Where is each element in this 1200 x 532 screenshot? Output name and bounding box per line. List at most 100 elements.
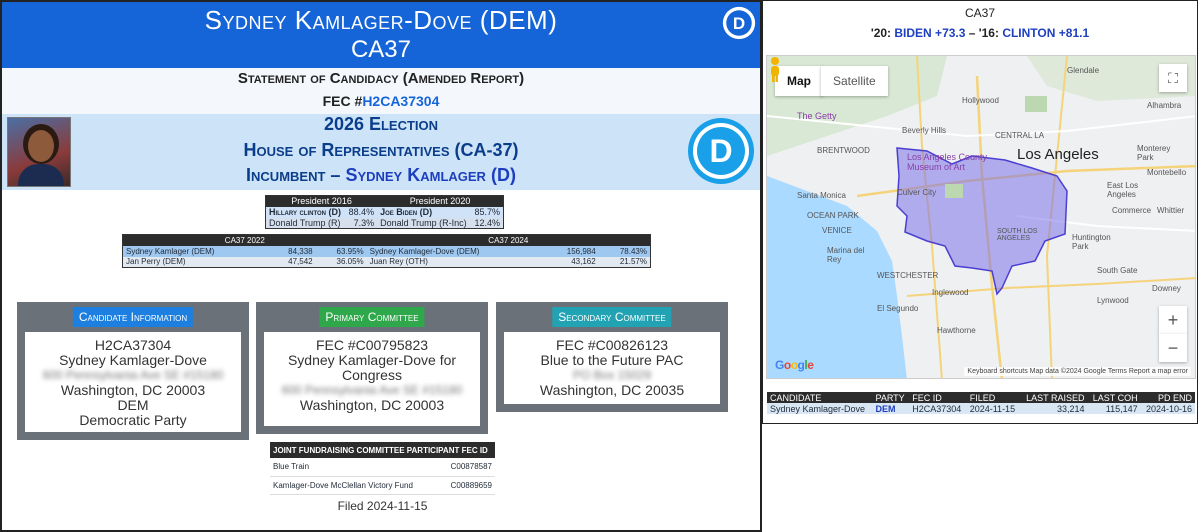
- primary-committee-card: Primary Committee FEC #C00795823 Sydney …: [256, 302, 488, 434]
- city-line: Washington, DC 20003: [299, 397, 445, 413]
- map-label: Whittier: [1157, 206, 1185, 215]
- map-attribution[interactable]: Keyboard shortcuts Map data ©2024 Google…: [964, 367, 1191, 376]
- party-name: Democratic Party: [79, 412, 187, 428]
- incumbent-name: Sydney Kamlager (D): [345, 165, 516, 185]
- jfc-name: Kamlager-Dove McClellan Victory Fund: [270, 476, 440, 495]
- congress-results-table: CA37 2022 CA37 2024 Sydney Kamlager (DEM…: [122, 234, 651, 268]
- election-office: House of Representatives (CA-37): [243, 140, 519, 160]
- map-label: SOUTH LOS ANGELES: [997, 228, 1038, 242]
- table-cell: 156,984: [544, 245, 599, 257]
- map-label: CENTRAL LA: [995, 131, 1045, 140]
- map-label: Culver City: [897, 188, 937, 197]
- table-header: Last Raised: [1020, 392, 1088, 403]
- street-view-pegman-icon[interactable]: [767, 56, 783, 82]
- map-label: Commerce: [1112, 206, 1152, 215]
- primary-committee-button[interactable]: Primary Committee: [319, 307, 425, 327]
- table-row: Kamlager-Dove McClellan Victory Fund C00…: [270, 476, 495, 495]
- svg-text:D: D: [709, 133, 732, 169]
- city-line: Washington, DC 20003: [60, 382, 206, 398]
- district-margins: '20: BIDEN +73.3 – '16: CLINTON +81.1: [763, 26, 1197, 40]
- candidate-id: H2CA37304: [94, 337, 172, 353]
- table-cell: 33,214: [1020, 403, 1088, 414]
- table-cell: Sydney Kamlager-Dove (DEM): [366, 245, 545, 257]
- map-label: WESTCHESTER: [877, 271, 939, 280]
- table-cell: 84,338: [268, 245, 316, 257]
- table-header: PD End: [1140, 392, 1195, 403]
- statement-title: Statement of Candidacy (Amended Report): [237, 70, 525, 87]
- map-label: Glendale: [1067, 66, 1100, 75]
- table-cell: DEM: [872, 403, 910, 414]
- zoom-out-button[interactable]: −: [1159, 334, 1187, 362]
- table-cell: 115,147: [1087, 403, 1141, 414]
- google-logo: Google: [775, 358, 814, 372]
- jfc-id: C00889659: [439, 476, 495, 495]
- fec-id-line: FEC #H2CA37304: [2, 93, 760, 109]
- map-label: Downey: [1152, 284, 1181, 293]
- zoom-in-button[interactable]: +: [1159, 306, 1187, 334]
- city-line: Washington, DC 20035: [539, 382, 685, 398]
- candidate-info-card: Candidate Information H2CA37304 Sydney K…: [17, 302, 249, 440]
- redacted-address: 600 Pennsylvania Ave SE #15180: [281, 383, 463, 397]
- redacted-address: 600 Pennsylvania Ave SE #15180: [42, 368, 224, 382]
- google-map[interactable]: Map Satellite ⛶ + − Los Angeles Los Ange…: [766, 55, 1196, 379]
- district-map-panel: CA37 '20: BIDEN +73.3 – '16: CLINTON +81…: [762, 0, 1198, 424]
- tab-satellite[interactable]: Satellite: [821, 66, 888, 96]
- candidate-info-button[interactable]: Candidate Information: [72, 307, 194, 327]
- table-header: CA37 2024: [366, 234, 651, 246]
- fec-prefix: FEC #: [322, 93, 363, 109]
- table-cell: 36.05%: [315, 256, 367, 268]
- map-label: Montebello: [1147, 168, 1187, 177]
- table-cell: 21.57%: [598, 256, 651, 268]
- table-header: Filed: [966, 392, 1021, 403]
- table-cell: Jan Perry (DEM): [122, 256, 269, 268]
- candidate-finance-table: Candidate Party FEC ID Filed Last Raised…: [767, 392, 1195, 414]
- table-cell: Donald Trump (R-Inc): [377, 217, 471, 229]
- incumbent-prefix: Incumbent –: [246, 165, 346, 185]
- candidate-panel: Sydney Kamlager-Dove (DEM) CA37 D Statem…: [0, 0, 762, 532]
- table-header: President 2016: [265, 195, 378, 207]
- table-cell: Sydney Kamlager-Dove: [767, 403, 873, 414]
- table-cell: 43,162: [544, 256, 599, 268]
- clinton-margin: CLINTON +81.1: [1002, 26, 1090, 40]
- map-label: The Getty: [797, 111, 837, 121]
- statement-section: Statement of Candidacy (Amended Report) …: [2, 68, 760, 114]
- map-label: Hollywood: [962, 96, 999, 105]
- election-year: 2026 Election: [323, 114, 439, 134]
- table-header: Last COH: [1087, 392, 1141, 403]
- table-cell: 2024-11-15: [966, 403, 1021, 414]
- map-label: Marina del Rey: [827, 246, 865, 264]
- map-label: Los Angeles: [1017, 146, 1099, 163]
- table-cell: H2CA37304: [909, 403, 967, 414]
- committee-name: Blue to the Future PAC: [540, 352, 684, 368]
- map-label: Los Angeles County Museum of Art: [907, 152, 988, 172]
- committee-fec: FEC #C00826123: [555, 337, 669, 353]
- fec-id-link[interactable]: H2CA37304: [362, 93, 439, 109]
- map-label: Lynwood: [1097, 296, 1129, 305]
- table-cell: Hillary clinton (D): [265, 206, 346, 218]
- committee-name: Sydney Kamlager-Dove for Congress: [287, 352, 457, 383]
- map-label: Huntington Park: [1072, 233, 1111, 251]
- secondary-committee-card: Secondary Committee FEC #C00826123 Blue …: [496, 302, 728, 412]
- party-code: DEM: [117, 397, 149, 413]
- president-results-table: President 2016 President 2020 Hillary cl…: [265, 195, 504, 229]
- map-label: El Segundo: [877, 304, 919, 313]
- table-header: Candidate: [767, 392, 873, 403]
- secondary-committee-button[interactable]: Secondary Committee: [552, 307, 672, 327]
- map-label: Beverly Hills: [902, 126, 947, 135]
- svg-text:D: D: [733, 14, 745, 33]
- table-header: Joint Fundraising Committee Participant …: [270, 442, 495, 458]
- table-cell: Sydney Kamlager (DEM): [122, 245, 269, 257]
- committee-fec: FEC #C00795823: [315, 337, 429, 353]
- table-row: Donald Trump (R) 7.3% Donald Trump (R-In…: [265, 217, 504, 229]
- map-label: Inglewood: [932, 288, 969, 297]
- table-cell: 85.7%: [470, 206, 504, 218]
- election-banner: 2026 Election House of Representatives (…: [2, 114, 760, 190]
- incumbent-line: Incumbent – Sydney Kamlager (D): [2, 165, 760, 186]
- map-label: Hawthorne: [937, 326, 976, 335]
- margin-separator: – '16:: [965, 26, 1003, 40]
- card-body: H2CA37304 Sydney Kamlager-Dove 600 Penns…: [25, 332, 241, 432]
- card-body: FEC #C00826123 Blue to the Future PAC PO…: [504, 332, 720, 404]
- fullscreen-icon[interactable]: ⛶: [1159, 64, 1187, 92]
- redacted-address: PO Box 15029: [572, 368, 652, 382]
- map-label: Alhambra: [1147, 101, 1182, 110]
